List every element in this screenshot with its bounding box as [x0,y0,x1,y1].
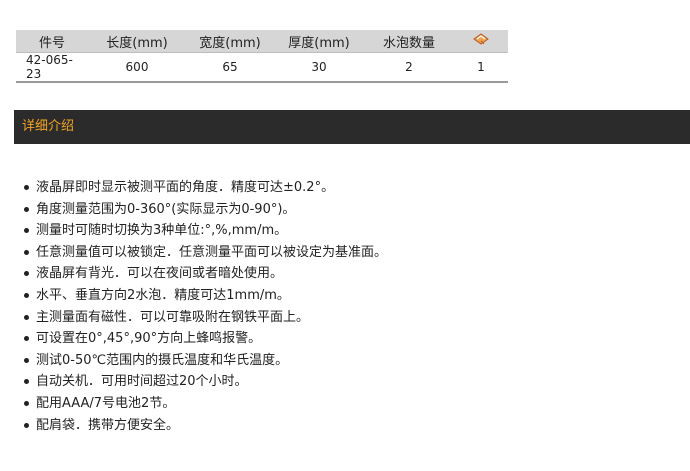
bullet-icon [24,314,29,320]
feature-text: 任意测量值可以被锁定．任意测量平面可以被设定为基准面。 [36,244,388,260]
bullet-icon [24,400,29,406]
feature-text: 主测量面有磁性．可以可靠吸附在钢铁平面上。 [36,309,310,325]
bullet-icon [24,249,29,255]
spec-table-header: 件号 长度(mm) 宽度(mm) 厚度(mm) 水泡数量 [16,30,508,53]
bullet-icon [24,357,29,363]
feature-text: 液晶屏即时显示被测平面的角度．精度可达±0.2°。 [36,180,335,195]
list-item: 测量时可随时切换为3种单位:°,%,mm/m。 [24,220,387,242]
list-item: 自动关机．可用时间超过20个小时。 [24,371,387,393]
list-item: 测试0-50℃范围内的摄氏温度和华氏温度。 [24,350,387,372]
bullet-icon [24,336,29,342]
cell-thickness: 30 [274,52,364,83]
feature-list: 液晶屏即时显示被测平面的角度．精度可达±0.2°。 角度测量范围为0-360°(实… [24,177,387,436]
detail-section-bar: 详细介绍 [14,110,690,144]
cell-width: 65 [186,52,274,83]
list-item: 水平、垂直方向2水泡．精度可达1mm/m。 [24,285,387,307]
header-width: 宽度(mm) [186,30,274,53]
feature-text: 自动关机．可用时间超过20个小时。 [36,374,248,390]
cart-icon[interactable] [473,32,489,50]
feature-text: 角度测量范围为0-360°(实际显示为0-90°)。 [36,201,296,217]
bullet-icon [24,206,29,212]
header-thickness: 厚度(mm) [274,30,364,53]
list-item: 液晶屏即时显示被测平面的角度．精度可达±0.2°。 [24,177,387,199]
list-item: 角度测量范围为0-360°(实际显示为0-90°)。 [24,199,387,221]
cell-part-no: 42-065-23 [16,52,88,83]
table-row: 42-065-23 600 65 30 2 1 [16,52,508,83]
list-item: 配肩袋．携带方便安全。 [24,415,387,437]
list-item: 可设置在0°,45°,90°方向上蜂鸣报警。 [24,328,387,350]
feature-text: 水平、垂直方向2水泡．精度可达1mm/m。 [36,287,290,303]
feature-text: 测量时可随时切换为3种单位:°,%,mm/m。 [36,223,288,239]
cell-qty[interactable]: 1 [454,52,508,83]
bullet-icon [24,292,29,298]
list-item: 主测量面有磁性．可以可靠吸附在钢铁平面上。 [24,307,387,329]
cell-bubbles: 2 [364,52,454,83]
detail-section-title: 详细介绍 [22,119,75,134]
cell-length: 600 [88,52,186,83]
feature-text: 液晶屏有背光．可以在夜间或者暗处使用。 [36,266,284,282]
bullet-icon [24,422,29,428]
bullet-icon [24,379,29,385]
header-bubbles: 水泡数量 [364,30,454,53]
header-cart [454,30,508,53]
header-length: 长度(mm) [88,30,186,53]
feature-text: 测试0-50℃范围内的摄氏温度和华氏温度。 [36,352,289,368]
bullet-icon [24,271,29,277]
header-part-no: 件号 [16,30,88,53]
list-item: 任意测量值可以被锁定．任意测量平面可以被设定为基准面。 [24,242,387,264]
bullet-icon [24,228,29,234]
list-item: 配用AAA/7号电池2节。 [24,393,387,415]
list-item: 液晶屏有背光．可以在夜间或者暗处使用。 [24,263,387,285]
bullet-icon [24,185,29,190]
spec-table: 件号 长度(mm) 宽度(mm) 厚度(mm) 水泡数量 42-065-23 6… [16,30,508,83]
feature-text: 可设置在0°,45°,90°方向上蜂鸣报警。 [36,331,262,347]
feature-text: 配用AAA/7号电池2节。 [36,395,176,411]
feature-text: 配肩袋．携带方便安全。 [36,417,180,433]
